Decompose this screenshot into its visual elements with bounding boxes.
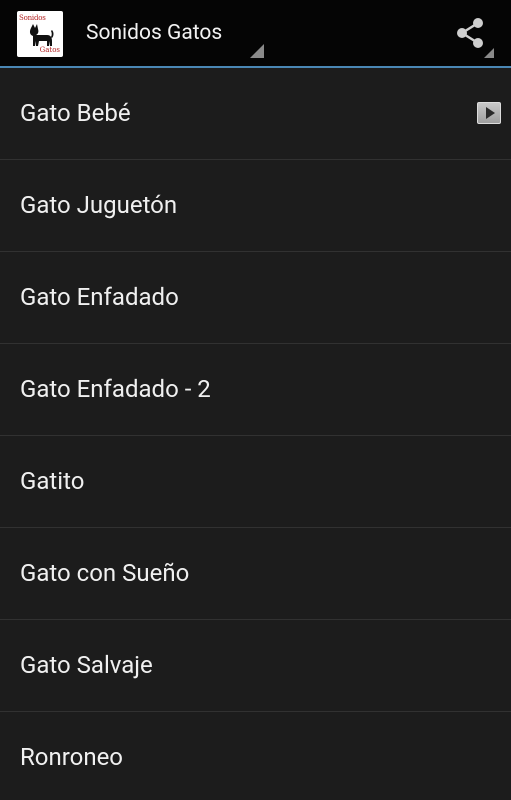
action-bar: Sonidos Gatos Sonidos Gatos <box>0 0 511 66</box>
title-spinner[interactable]: Sonidos Gatos <box>74 0 264 66</box>
cat-logo-icon[interactable]: Sonidos Gatos <box>17 11 63 57</box>
list-item-label: Gato con Sueño <box>20 559 190 587</box>
list-item-label: Gato Salvaje <box>20 651 153 679</box>
list-item[interactable]: Gato Bebé <box>0 68 511 160</box>
app-screen: Sonidos Gatos Sonidos Gatos Gato Bebé Ga… <box>0 0 511 800</box>
overflow-triangle-icon <box>484 48 494 58</box>
logo-text-top: Sonidos <box>19 14 46 22</box>
list-item[interactable]: Gato Juguetón <box>0 160 511 252</box>
list-item[interactable]: Gato Salvaje <box>0 620 511 712</box>
list-item[interactable]: Gato Enfadado <box>0 252 511 344</box>
list-item[interactable]: Gato Enfadado - 2 <box>0 344 511 436</box>
app-title: Sonidos Gatos <box>86 21 223 45</box>
cat-silhouette-icon <box>29 24 54 46</box>
list-item-label: Ronroneo <box>20 743 123 771</box>
spinner-triangle-icon <box>250 44 264 58</box>
list-item[interactable]: Gatito <box>0 436 511 528</box>
logo-text-bottom: Gatos <box>39 46 60 54</box>
list-item[interactable]: Gato con Sueño <box>0 528 511 620</box>
list-item-label: Gato Bebé <box>20 99 131 127</box>
share-button[interactable] <box>446 0 498 66</box>
list-item-label: Gato Juguetón <box>20 191 178 219</box>
play-icon[interactable] <box>477 102 501 124</box>
share-icon <box>457 18 483 48</box>
sound-list: Gato Bebé Gato Juguetón Gato Enfadado Ga… <box>0 68 511 800</box>
list-item-label: Gato Enfadado <box>20 283 179 311</box>
list-item-label: Gatito <box>20 467 85 495</box>
list-item[interactable]: Ronroneo <box>0 712 511 800</box>
list-item-label: Gato Enfadado - 2 <box>20 375 211 403</box>
